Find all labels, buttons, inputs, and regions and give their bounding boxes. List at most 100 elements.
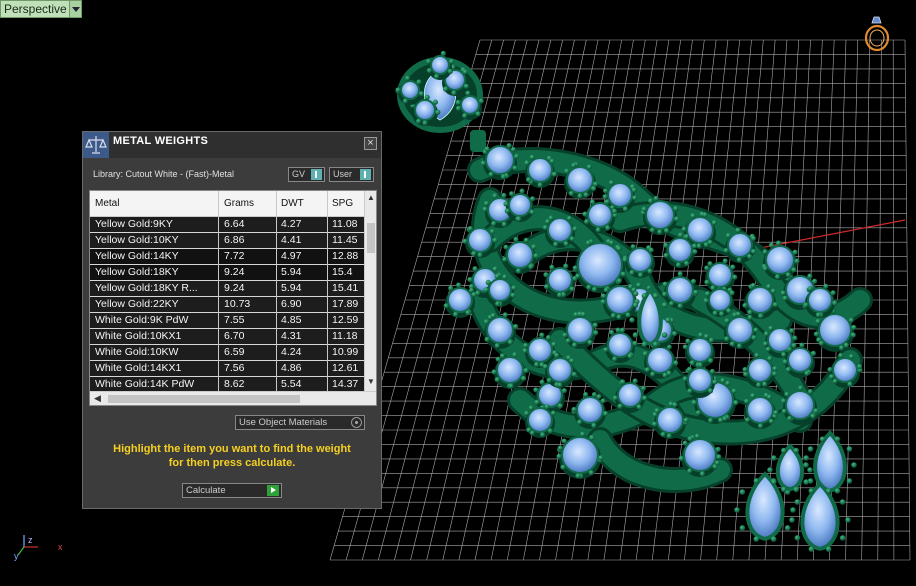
prong-bead — [531, 244, 537, 250]
prong-bead — [494, 376, 500, 383]
prong-bead — [455, 282, 462, 288]
table-row[interactable]: White Gold:10KW 6.59 4.24 10.99 — [90, 345, 364, 361]
pear-gem — [775, 443, 805, 492]
prong-bead — [848, 317, 854, 323]
prong-bead — [591, 392, 598, 398]
horizontal-scrollbar[interactable]: ◀ — [90, 391, 376, 405]
close-button[interactable]: × — [364, 137, 377, 150]
prong-bead — [707, 388, 714, 394]
table-row[interactable]: White Gold:14KX1 7.56 4.86 12.61 — [90, 361, 364, 377]
metal-table[interactable]: Metal Grams DWT SPG Yellow Gold:9KY 6.64 4… — [89, 190, 377, 406]
dwt-value: 5.94 — [281, 282, 302, 294]
column-header-grams[interactable]: Grams — [224, 198, 254, 209]
column-header-dwt[interactable]: DWT — [281, 198, 304, 209]
prong-bead — [452, 311, 459, 317]
scroll-down-icon[interactable]: ▼ — [367, 377, 375, 386]
axis-label-z: z — [28, 535, 33, 545]
table-row[interactable]: White Gold:9K PdW 7.55 4.85 12.59 — [90, 313, 364, 329]
prong-bead — [689, 360, 695, 366]
table-row[interactable]: Yellow Gold:10KY 6.86 4.41 11.45 — [90, 233, 364, 249]
prong-bead — [790, 507, 796, 513]
prong-bead — [522, 348, 528, 354]
table-row[interactable]: Yellow Gold:22KY 10.73 6.90 17.89 — [90, 297, 364, 313]
prong-bead — [648, 247, 654, 253]
calculate-button[interactable]: Calculate — [182, 483, 282, 498]
dwt-value: 4.27 — [281, 218, 302, 230]
prong-bead — [649, 227, 655, 233]
toggle-icon[interactable] — [360, 169, 371, 180]
prong-bead — [661, 332, 668, 338]
prong-bead — [730, 264, 736, 270]
close-icon[interactable]: × — [367, 137, 373, 149]
table-row[interactable]: Yellow Gold:14KY 7.72 4.97 12.88 — [90, 249, 364, 265]
user-toggle[interactable]: User — [329, 167, 374, 182]
prong-bead — [495, 301, 501, 307]
table-row[interactable]: Yellow Gold:18KY R... 9.24 5.94 15.41 — [90, 281, 364, 297]
spg-value: 15.41 — [332, 282, 359, 294]
viewport-view-dropdown[interactable]: Perspective — [0, 0, 82, 18]
prong-bead — [462, 238, 468, 244]
user-toggle-label: User — [333, 169, 353, 179]
prong-bead — [753, 478, 760, 484]
vertical-scrollbar[interactable]: ▲ ▼ — [364, 191, 376, 391]
prong-bead — [846, 478, 853, 484]
prong-bead — [523, 342, 529, 349]
table-row[interactable]: Yellow Gold:18KY 9.24 5.94 15.4 — [90, 265, 364, 281]
prong-bead — [548, 215, 554, 221]
prong-bead — [545, 335, 552, 341]
prong-bead — [620, 379, 626, 385]
scroll-thumb[interactable] — [108, 395, 300, 403]
round-gem — [726, 316, 754, 344]
prong-bead — [768, 242, 775, 248]
prong-bead — [808, 488, 815, 494]
toggle-icon[interactable] — [311, 169, 322, 180]
prong-bead — [754, 352, 760, 358]
metal-name: Yellow Gold:18KY R... — [95, 282, 198, 294]
panel-header[interactable]: METAL WEIGHTS × — [83, 132, 381, 158]
prong-bead — [571, 371, 577, 377]
prong-bead — [511, 285, 517, 291]
prong-bead — [663, 242, 669, 248]
prong-bead — [642, 351, 648, 357]
prong-bead — [850, 332, 856, 338]
prong-bead — [416, 79, 422, 85]
prong-bead — [843, 342, 849, 348]
prong-bead — [483, 319, 489, 325]
prong-bead — [632, 340, 638, 346]
scroll-up-icon[interactable]: ▲ — [367, 193, 375, 202]
gv-toggle[interactable]: GV — [288, 167, 325, 182]
prong-bead — [475, 111, 481, 117]
bail-link — [470, 130, 486, 152]
scroll-left-icon[interactable]: ◀ — [94, 393, 101, 404]
dwt-value: 4.41 — [281, 234, 302, 246]
earring-model[interactable] — [395, 50, 873, 552]
chevron-down-icon[interactable] — [69, 1, 81, 17]
table-row[interactable]: White Gold:10KX1 6.70 4.31 11.18 — [90, 329, 364, 345]
prong-bead — [832, 378, 838, 384]
spg-value: 10.99 — [332, 346, 359, 358]
prong-bead — [848, 353, 855, 360]
prong-bead — [794, 535, 801, 541]
ring-icon[interactable] — [862, 14, 892, 54]
use-object-materials-toggle[interactable]: Use Object Materials — [235, 415, 365, 430]
scroll-thumb[interactable] — [367, 223, 375, 253]
column-header-spg[interactable]: SPG — [332, 198, 353, 209]
prong-bead — [735, 227, 741, 233]
prong-bead — [642, 395, 648, 401]
play-icon[interactable] — [267, 485, 279, 496]
table-row[interactable]: Yellow Gold:9KY 6.64 4.27 11.08 — [90, 217, 364, 233]
prong-bead — [580, 431, 586, 437]
prong-bead — [681, 226, 687, 232]
spg-value: 11.08 — [332, 218, 358, 230]
prong-bead — [543, 284, 550, 290]
prong-bead — [856, 363, 863, 370]
spg-value: 17.89 — [332, 298, 359, 310]
round-gem — [687, 337, 713, 363]
prong-bead — [704, 291, 711, 297]
round-gem — [496, 356, 524, 384]
prong-bead — [616, 314, 622, 320]
column-header-metal[interactable]: Metal — [95, 198, 119, 209]
prong-bead — [484, 336, 490, 343]
radio-icon[interactable] — [351, 417, 362, 428]
viewport-view-label: Perspective — [4, 2, 67, 16]
